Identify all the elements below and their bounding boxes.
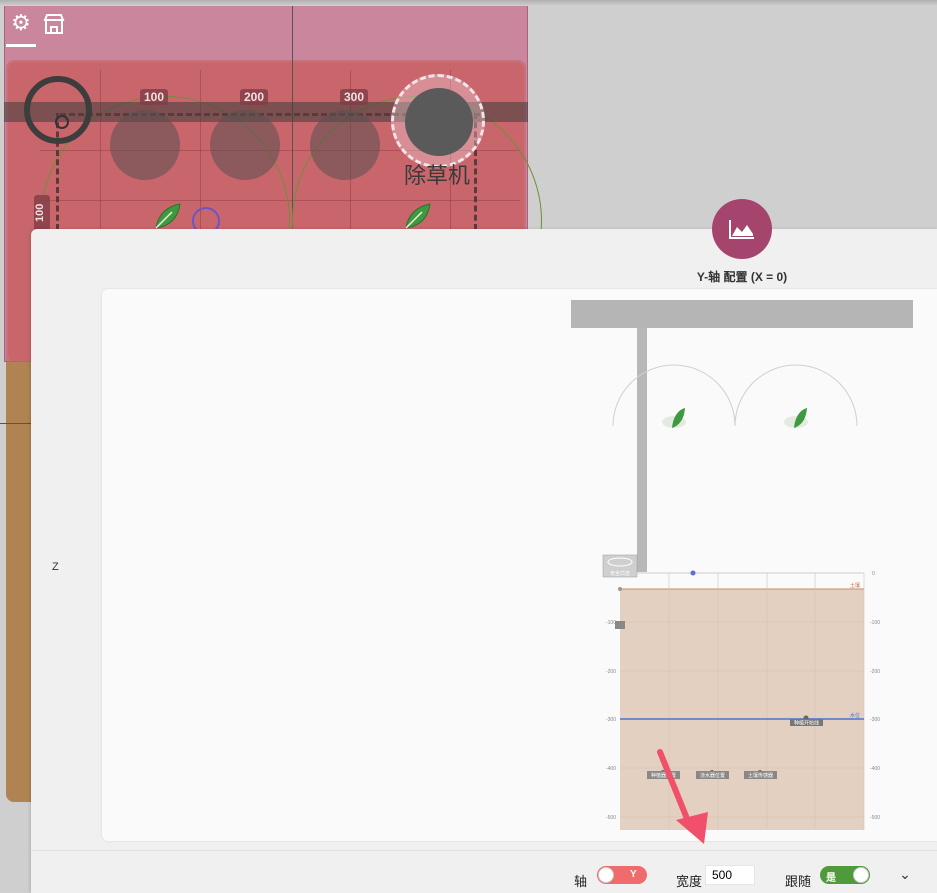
origin-marker[interactable] (24, 76, 92, 144)
tick-label: -500 (606, 815, 616, 821)
top-shadow-strip (0, 0, 937, 6)
map-axis-line (0, 423, 32, 424)
map-tick-label: 200 (240, 89, 269, 105)
panel-title: Y-轴 配置 (X = 0) (696, 270, 788, 284)
leaf-icon[interactable] (400, 200, 434, 230)
plant-spread-circle[interactable] (310, 110, 380, 180)
tick-label: -500 (870, 815, 880, 821)
weeder-tool-head[interactable] (405, 88, 473, 156)
map-tick-label: 100 (140, 89, 169, 105)
tool-name-label: 除草机 (404, 163, 471, 188)
soil-top-label: 土壤 (850, 582, 860, 589)
tick-label: -400 (606, 766, 616, 772)
axis-toggle[interactable]: Y (597, 866, 647, 884)
gear-icon[interactable]: ⚙ (6, 8, 36, 38)
svg-text:种植开始线: 种植开始线 (794, 720, 819, 727)
plant-spread-circle[interactable] (210, 110, 280, 180)
tick-label: -300 (606, 717, 616, 723)
gantry-beam (571, 300, 913, 328)
sensor-marker[interactable] (615, 621, 625, 629)
axis-toggle-label: Y (630, 869, 637, 880)
tick-label: -200 (870, 669, 880, 675)
position-dot[interactable] (690, 570, 696, 576)
y-ticks-left: -100 -200 -300 -400 -500 (606, 620, 616, 821)
y-axis-profile-canvas[interactable]: 安全高度 土壤 水位 0 -100 -200 -300 -400 -500 -1… (102, 289, 937, 841)
tick-label: -400 (870, 766, 880, 772)
z-axis-label: Z (52, 561, 59, 573)
water-level-label: 水位 (850, 712, 860, 719)
area-chart-icon[interactable] (712, 199, 772, 259)
annotation-arrow-icon (657, 749, 708, 844)
tick-label: -100 (606, 620, 616, 626)
axis-label: 轴 (574, 874, 588, 889)
map-side-tick-label: 100 (34, 195, 50, 231)
marker-soil-sensor[interactable]: 土壤传感器 (744, 770, 777, 779)
toggle-knob (853, 867, 869, 883)
z-axis-column (637, 328, 647, 572)
chevron-down-icon[interactable]: ⌄ (897, 866, 913, 882)
active-tab-underline (6, 44, 36, 47)
width-label: 宽度 (676, 874, 703, 889)
tick-label: 0 (872, 571, 875, 577)
svg-text:土壤传感器: 土壤传感器 (748, 772, 773, 779)
tick-label: -300 (870, 717, 880, 723)
home-icon (55, 115, 69, 129)
store-icon[interactable] (42, 12, 66, 36)
tick-label: -200 (606, 669, 616, 675)
tick-label: -100 (870, 620, 880, 626)
map-tick-label: 300 (340, 89, 369, 105)
follow-toggle-label: 是 (826, 873, 836, 884)
leaf-icon[interactable] (150, 200, 184, 230)
plant-spread-circle[interactable] (110, 110, 180, 180)
width-input[interactable] (705, 865, 755, 885)
follow-toggle[interactable]: 是 (820, 866, 870, 884)
toggle-knob (598, 867, 614, 883)
y-ticks-right: 0 -100 -200 -300 -400 -500 (870, 571, 880, 821)
follow-label: 跟随 (785, 874, 812, 889)
soil-origin-dot (618, 587, 622, 591)
